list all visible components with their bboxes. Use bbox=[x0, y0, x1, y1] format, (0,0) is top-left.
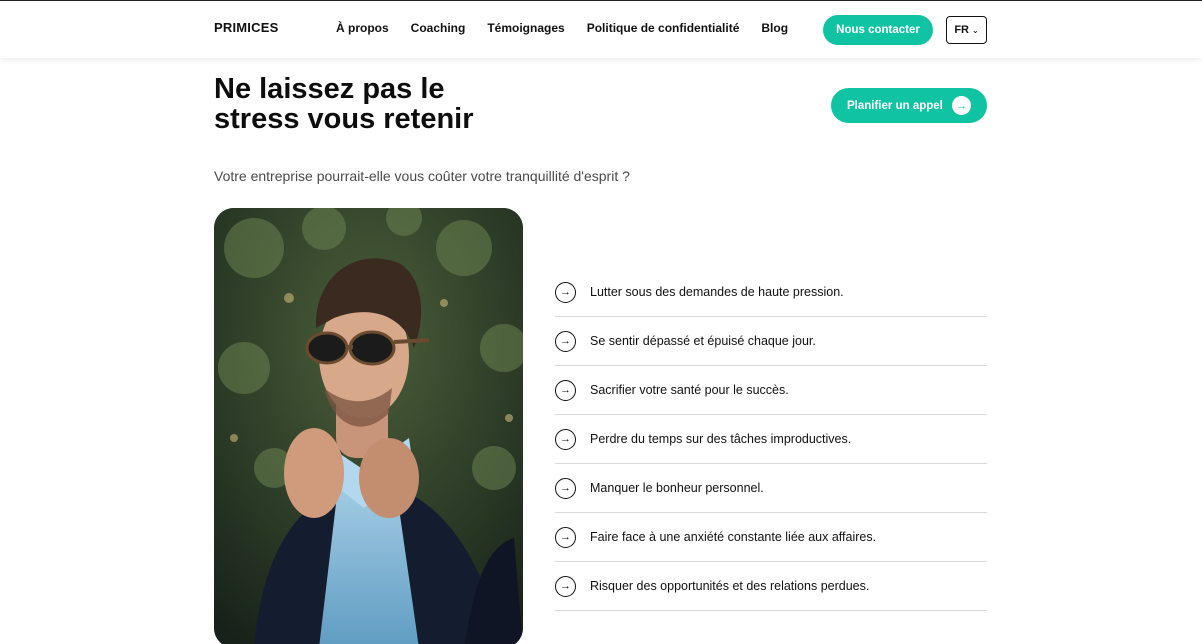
list-item: → Se sentir dépassé et épuisé chaque jou… bbox=[555, 317, 987, 366]
list-item-text: Risquer des opportunités et des relation… bbox=[590, 579, 870, 593]
list-item: → Lutter sous des demandes de haute pres… bbox=[555, 268, 987, 317]
arrow-right-circle-icon: → bbox=[555, 330, 576, 352]
arrow-right-circle-icon: → bbox=[555, 526, 576, 548]
top-navigation-bar: PRIMICES À propos Coaching Témoignages P… bbox=[0, 0, 1202, 58]
nav-link-temoignages[interactable]: Témoignages bbox=[487, 21, 564, 35]
schedule-call-button[interactable]: Planifier un appel → bbox=[831, 88, 987, 123]
arrow-right-circle-icon: → bbox=[555, 477, 576, 499]
headline-line-2: stress vous retenir bbox=[214, 103, 474, 135]
arrow-right-circle-icon: → bbox=[555, 575, 576, 597]
arrow-right-icon: → bbox=[952, 96, 971, 115]
main-nav: À propos Coaching Témoignages Politique … bbox=[336, 21, 810, 35]
page-headline: Ne laissez pas le stress vous retenir bbox=[214, 74, 554, 134]
nav-link-a-propos[interactable]: À propos bbox=[336, 21, 389, 35]
nav-link-blog[interactable]: Blog bbox=[761, 21, 788, 35]
list-item: → Manquer le bonheur personnel. bbox=[555, 464, 987, 513]
list-item: → Risquer des opportunités et des relati… bbox=[555, 562, 987, 611]
list-item-text: Lutter sous des demandes de haute pressi… bbox=[590, 285, 844, 299]
hero-photo bbox=[214, 208, 523, 644]
schedule-call-label: Planifier un appel bbox=[847, 99, 943, 112]
headline-line-1: Ne laissez pas le bbox=[214, 73, 445, 105]
list-item-text: Se sentir dépassé et épuisé chaque jour. bbox=[590, 334, 816, 348]
man-in-sunglasses-image bbox=[214, 208, 523, 644]
arrow-right-circle-icon: → bbox=[555, 379, 576, 401]
list-item: → Sacrifier votre santé pour le succès. bbox=[555, 366, 987, 415]
list-item: → Perdre du temps sur des tâches improdu… bbox=[555, 415, 987, 464]
language-selector[interactable]: FR ⌄ bbox=[946, 16, 987, 44]
nav-link-politique[interactable]: Politique de confidentialité bbox=[587, 21, 740, 35]
nav-link-coaching[interactable]: Coaching bbox=[411, 21, 466, 35]
list-item-text: Manquer le bonheur personnel. bbox=[590, 481, 764, 495]
arrow-right-circle-icon: → bbox=[555, 281, 576, 303]
list-item-text: Sacrifier votre santé pour le succès. bbox=[590, 383, 789, 397]
site-logo[interactable]: PRIMICES bbox=[214, 20, 278, 35]
contact-button[interactable]: Nous contacter bbox=[823, 15, 933, 45]
pain-points-list: → Lutter sous des demandes de haute pres… bbox=[555, 268, 987, 611]
list-item-text: Perdre du temps sur des tâches improduct… bbox=[590, 432, 852, 446]
hero-subtitle: Votre entreprise pourrait-elle vous coût… bbox=[214, 168, 630, 184]
list-item: → Faire face à une anxiété constante lié… bbox=[555, 513, 987, 562]
language-label: FR bbox=[954, 24, 969, 36]
list-item-text: Faire face à une anxiété constante liée … bbox=[590, 530, 877, 544]
arrow-right-circle-icon: → bbox=[555, 428, 576, 450]
chevron-down-icon: ⌄ bbox=[971, 26, 979, 35]
